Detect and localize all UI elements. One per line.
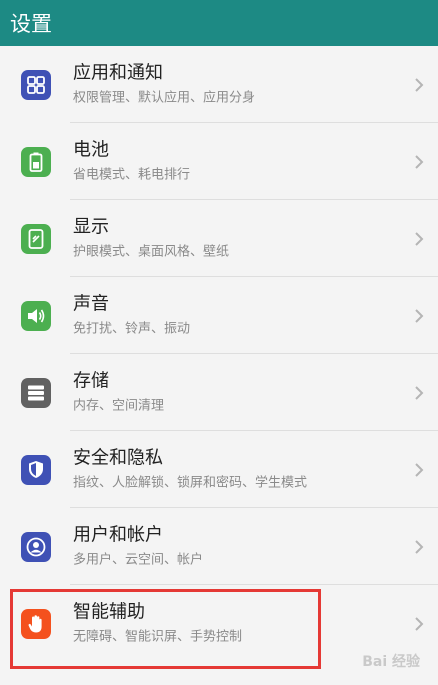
chevron-right-icon [415, 308, 424, 323]
chevron-right-icon [415, 462, 424, 477]
battery-icon [21, 146, 51, 177]
page-title: 设置 [10, 12, 52, 36]
settings-item-users[interactable]: 用户和帐户 多用户、云空间、帐户 [0, 508, 438, 585]
chevron-right-icon [415, 77, 424, 92]
settings-item-apps[interactable]: 应用和通知 权限管理、默认应用、应用分身 [0, 46, 438, 123]
app-header: 设置 [0, 0, 438, 46]
item-subtitle: 多用户、云空间、帐户 [73, 552, 204, 567]
settings-item-sound[interactable]: 声音 免打扰、铃声、振动 [0, 277, 438, 354]
item-subtitle: 免打扰、铃声、振动 [73, 321, 191, 336]
item-subtitle: 护眼模式、桌面风格、壁纸 [73, 244, 230, 259]
item-title: 安全和隐私 [73, 447, 163, 468]
item-title: 用户和帐户 [73, 524, 163, 545]
chevron-right-icon [415, 154, 424, 169]
item-subtitle: 内存、空间清理 [73, 398, 165, 413]
item-title: 声音 [73, 293, 109, 314]
storage-icon [21, 377, 51, 408]
settings-list: 应用和通知 权限管理、默认应用、应用分身 电池 省电模式、耗电排行 显示 护眼模… [0, 46, 438, 662]
item-title: 电池 [73, 139, 109, 160]
item-title: 存储 [73, 370, 109, 391]
speaker-icon [21, 300, 51, 331]
chevron-right-icon [415, 385, 424, 400]
settings-item-display[interactable]: 显示 护眼模式、桌面风格、壁纸 [0, 200, 438, 277]
item-subtitle: 无障碍、智能识屏、手势控制 [73, 629, 243, 644]
item-subtitle: 权限管理、默认应用、应用分身 [73, 90, 256, 105]
chevron-right-icon [415, 616, 424, 631]
user-icon [21, 531, 51, 562]
hand-icon [21, 608, 51, 639]
chevron-right-icon [415, 231, 424, 246]
shield-icon [21, 454, 51, 485]
item-subtitle: 指纹、人脸解锁、锁屏和密码、学生模式 [73, 475, 308, 490]
apps-grid-icon [21, 69, 51, 100]
item-title: 显示 [73, 216, 109, 237]
item-title: 应用和通知 [73, 62, 163, 83]
settings-item-security[interactable]: 安全和隐私 指纹、人脸解锁、锁屏和密码、学生模式 [0, 431, 438, 508]
display-icon [21, 223, 51, 254]
item-title: 智能辅助 [73, 601, 145, 622]
chevron-right-icon [415, 539, 424, 554]
watermark-logo: Bai 经验 [362, 654, 420, 670]
settings-item-battery[interactable]: 电池 省电模式、耗电排行 [0, 123, 438, 200]
item-subtitle: 省电模式、耗电排行 [73, 167, 191, 182]
settings-item-storage[interactable]: 存储 内存、空间清理 [0, 354, 438, 431]
